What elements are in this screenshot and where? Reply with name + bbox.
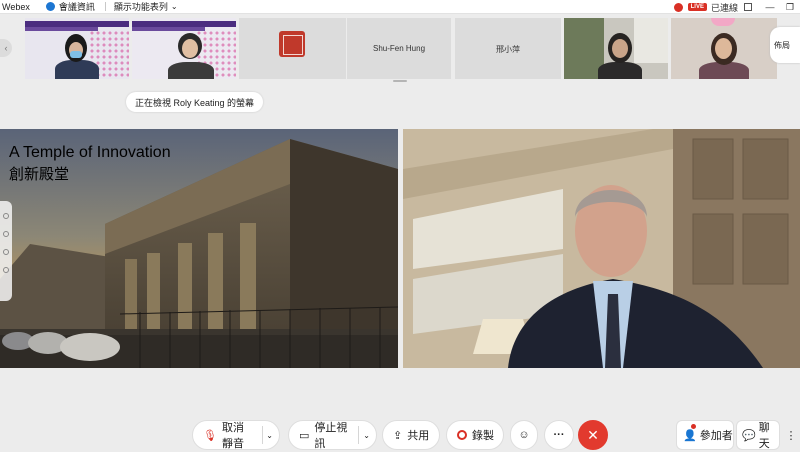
window-background: [634, 18, 668, 63]
slide-title-chinese: 創新殿堂: [9, 165, 70, 183]
participant-strip: ‹ Shu-Fen Hung 邢小萍 佈局: [0, 15, 800, 83]
share-button[interactable]: ⇪ 共用: [382, 420, 440, 450]
chat-button[interactable]: 💬 聊天: [736, 420, 780, 450]
title-bar: Webex 會議資訊 顯示功能表列 ⌄ LIVE 已連線 — ❐: [0, 0, 800, 14]
speaker-photo: [403, 129, 800, 368]
shared-screen[interactable]: A Temple of Innovation 創新殿堂: [0, 129, 398, 368]
participant-face: [612, 39, 628, 58]
share-icon: ⇪: [393, 429, 403, 442]
panel-options-button[interactable]: ⋮: [782, 420, 800, 450]
close-icon: ✕: [587, 426, 599, 443]
strip-resize-handle[interactable]: [393, 80, 407, 82]
title-bar-right: LIVE 已連線 — ❐: [673, 0, 800, 14]
connection-status: 已連線: [710, 2, 738, 13]
show-menu-bar-button[interactable]: 顯示功能表列 ⌄: [114, 0, 178, 13]
layout-button[interactable]: 佈局: [770, 27, 800, 63]
viewing-screen-label: 正在檢視 Roly Keating 的螢幕: [135, 97, 255, 108]
participant-tile[interactable]: 邢小萍: [455, 18, 561, 79]
chat-label: 聊天: [758, 422, 770, 450]
participants-label: 參加者: [699, 430, 733, 442]
meeting-controls: 🎙 取消靜音 ⌄ ▭ 停止視訊 ⌄ ⇪ 共用 錄製 ☺ ··· ✕ 👤 參加者 …: [0, 415, 800, 452]
app-name: Webex: [2, 1, 30, 12]
video-camera-icon: ▭: [299, 429, 310, 442]
face-mask: [70, 51, 82, 58]
participants-button[interactable]: 👤 參加者: [676, 420, 734, 450]
strip-scroll-left-button[interactable]: ‹: [0, 39, 12, 57]
participant-tile[interactable]: Shu-Fen Hung: [347, 18, 451, 79]
participant-tile[interactable]: [564, 18, 668, 79]
lamp-background: [711, 18, 735, 26]
button-divider: [261, 426, 263, 444]
video-options-chevron-icon[interactable]: ⌄: [363, 431, 370, 440]
chevron-down-icon: ⌄: [170, 2, 178, 11]
smiley-icon: ☺: [518, 429, 530, 441]
record-icon: [457, 430, 467, 440]
annotate-icon[interactable]: [3, 213, 9, 219]
ellipsis-icon: ···: [553, 429, 565, 441]
slide-subheader-band: [132, 27, 205, 31]
participant-name: Shu-Fen Hung: [372, 44, 426, 53]
participant-name: 邢小萍: [496, 45, 520, 54]
audio-options-chevron-icon[interactable]: ⌄: [266, 431, 273, 440]
minimize-button[interactable]: —: [760, 2, 780, 12]
stop-video-label: 停止視訊: [314, 422, 348, 450]
vertical-ellipsis-icon: ⋮: [785, 429, 797, 442]
microphone-muted-icon: 🎙: [203, 429, 217, 442]
more-options-button[interactable]: ···: [544, 420, 574, 450]
participant-tile[interactable]: [239, 18, 346, 79]
chat-bubble-icon: 💬: [742, 429, 756, 442]
restore-button[interactable]: ❐: [780, 2, 800, 13]
layout-label: 佈局: [774, 40, 790, 50]
title-separator: [104, 2, 106, 11]
active-speaker-video[interactable]: [403, 129, 800, 368]
viewing-screen-indicator[interactable]: 正在檢視 Roly Keating 的螢幕: [126, 92, 264, 112]
unmute-button[interactable]: 🎙 取消靜音 ⌄: [192, 420, 280, 450]
participant-body: [168, 62, 214, 79]
participant-tile[interactable]: [25, 18, 129, 79]
participant-face: [715, 38, 732, 59]
recording-icon: [673, 2, 683, 12]
info-shield-icon: [45, 2, 55, 11]
notification-dot: [691, 424, 696, 429]
button-divider: [358, 426, 360, 444]
organization-seal-icon: [279, 31, 305, 57]
zoom-out-icon[interactable]: [3, 249, 9, 255]
participant-tile[interactable]: [132, 18, 236, 79]
slide-title: A Temple of Innovation: [9, 144, 171, 161]
participant-face: [182, 39, 198, 58]
participant-body: [598, 62, 642, 79]
zoom-in-icon[interactable]: [3, 231, 9, 237]
unmute-label: 取消靜音: [221, 422, 244, 450]
slide-subheader-band: [25, 27, 98, 31]
pointer-icon[interactable]: [3, 267, 9, 273]
live-badge: LIVE: [687, 3, 707, 11]
participant-body: [55, 60, 99, 79]
signal-icon: [744, 3, 752, 11]
reactions-button[interactable]: ☺: [510, 420, 538, 450]
annotation-toolbar[interactable]: [0, 201, 12, 301]
record-button[interactable]: 錄製: [446, 420, 504, 450]
show-menu-bar-label: 顯示功能表列: [113, 2, 168, 12]
person-icon: 👤: [683, 429, 697, 442]
leave-meeting-button[interactable]: ✕: [578, 420, 608, 450]
meeting-info-button[interactable]: 會議資訊: [45, 0, 95, 13]
participant-tile[interactable]: [671, 18, 777, 79]
record-label: 錄製: [472, 430, 494, 442]
share-label: 共用: [407, 430, 430, 442]
meeting-info-label: 會議資訊: [58, 2, 95, 12]
stop-video-button[interactable]: ▭ 停止視訊 ⌄: [288, 420, 377, 450]
